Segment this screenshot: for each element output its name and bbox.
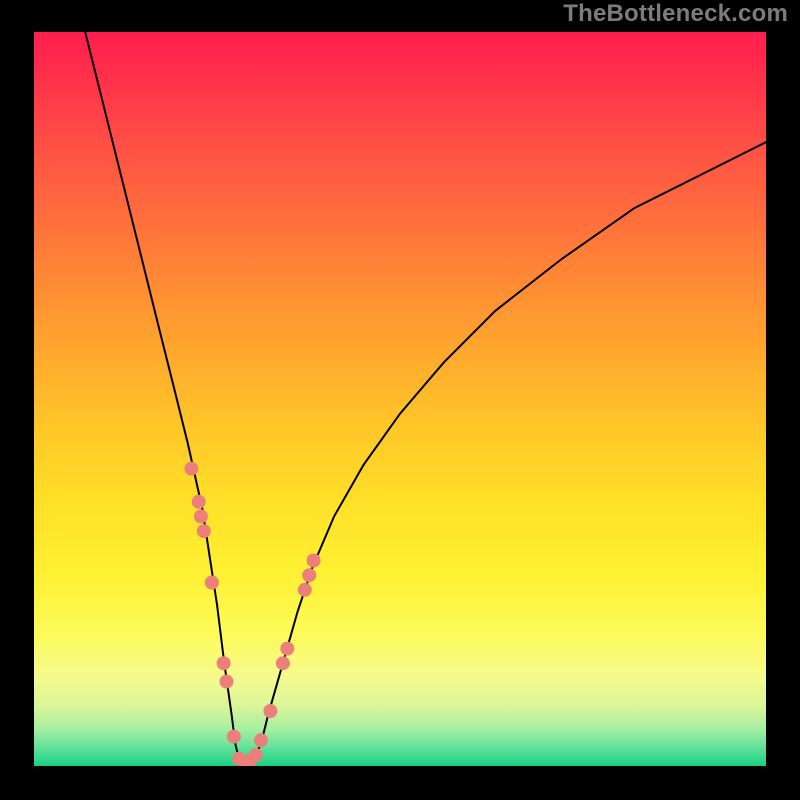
scatter-dot bbox=[298, 583, 312, 597]
scatter-dot bbox=[249, 748, 263, 762]
scatter-dots-group bbox=[184, 462, 320, 766]
watermark-text: TheBottleneck.com bbox=[563, 0, 788, 28]
bottleneck-chart-svg bbox=[34, 32, 766, 766]
scatter-dot bbox=[205, 576, 219, 590]
scatter-dot bbox=[194, 509, 208, 523]
bottleneck-curve bbox=[85, 32, 766, 762]
scatter-dot bbox=[254, 733, 268, 747]
scatter-dot bbox=[220, 675, 234, 689]
plot-area bbox=[34, 32, 766, 766]
scatter-dot bbox=[280, 642, 294, 656]
scatter-dot bbox=[276, 656, 290, 670]
scatter-dot bbox=[263, 704, 277, 718]
scatter-dot bbox=[227, 730, 241, 744]
scatter-dot bbox=[192, 495, 206, 509]
scatter-dot bbox=[307, 554, 321, 568]
scatter-dot bbox=[197, 524, 211, 538]
chart-container: TheBottleneck.com bbox=[0, 0, 800, 800]
scatter-dot bbox=[184, 462, 198, 476]
scatter-dot bbox=[302, 568, 316, 582]
scatter-dot bbox=[217, 656, 231, 670]
